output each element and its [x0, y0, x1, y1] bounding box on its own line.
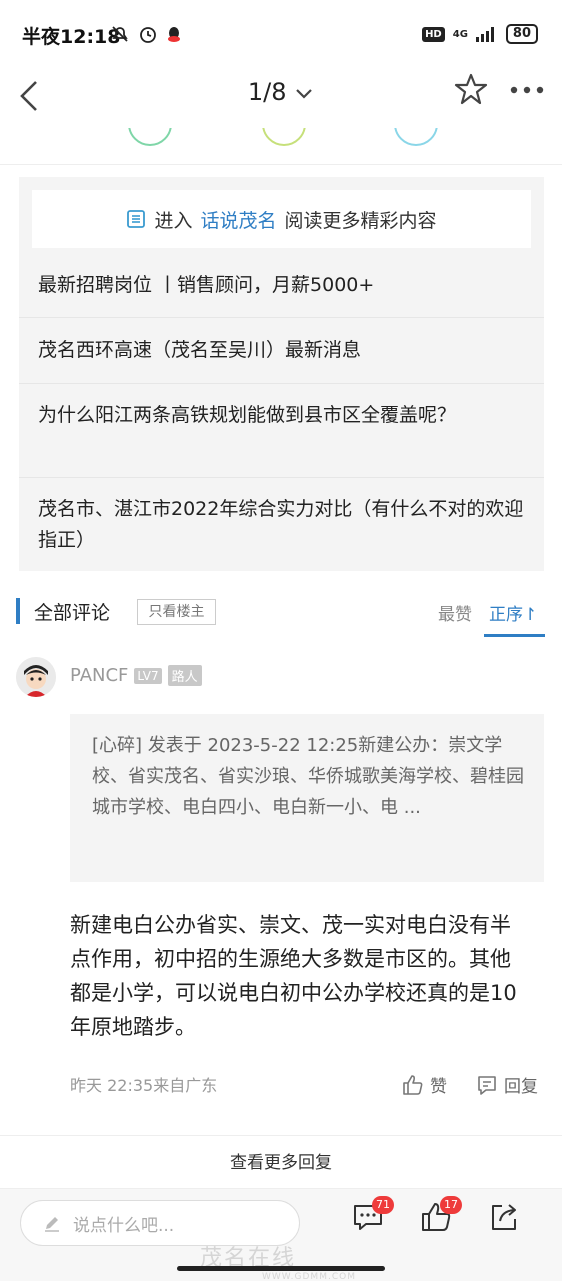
network-label: 4G	[452, 28, 468, 40]
level-badge: LV7	[134, 667, 162, 684]
status-bar: 半夜12:18 HD 4G 80	[0, 0, 562, 62]
share-button[interactable]	[488, 1201, 520, 1237]
comments-button[interactable]: 71	[352, 1196, 394, 1237]
comment-placeholder: 说点什么吧...	[73, 1215, 175, 1236]
reply-bubble-icon	[478, 1075, 496, 1095]
comment-author[interactable]: PANCF LV7 路人	[70, 665, 202, 686]
share-icons-row	[0, 128, 562, 164]
like-button[interactable]: 赞	[402, 1072, 447, 1097]
mute-bell-icon	[112, 26, 128, 42]
section-marker	[16, 598, 20, 624]
top-nav: 1/8	[0, 62, 562, 128]
thumbs-up-icon	[403, 1074, 423, 1095]
like-count-badge: 17	[440, 1196, 462, 1214]
only-author-button[interactable]: 只看楼主	[137, 599, 216, 625]
page-indicator: 1/8	[247, 78, 287, 106]
list-icon	[127, 210, 146, 228]
divider	[0, 164, 562, 165]
forum-link[interactable]: 话说茂名	[200, 206, 276, 233]
star-icon	[454, 73, 488, 105]
related-item[interactable]: 茂名市、湛江市2022年综合实力对比（有什么不对的欢迎指正）	[19, 477, 544, 571]
like-label: 赞	[430, 1077, 447, 1097]
related-item[interactable]: 为什么阳江两条高铁规划能做到县市区全覆盖呢？	[19, 383, 544, 477]
username: PANCF	[70, 665, 129, 686]
chevron-down-icon	[296, 89, 312, 99]
related-item[interactable]: 最新招聘岗位 丨销售顾问，月薪5000+	[19, 253, 544, 317]
reply-label: 回复	[504, 1077, 538, 1097]
quoted-reply: [心碎] 发表于 2023-5-22 12:25新建公办：崇文学校、省实茂名、省…	[70, 714, 544, 882]
enter-prefix: 进入	[154, 209, 193, 232]
related-posts: 进入 话说茂名 阅读更多精彩内容 最新招聘岗位 丨销售顾问，月薪5000+ 茂名…	[19, 177, 544, 571]
comment-meta: 昨天 22:35来自广东	[70, 1076, 218, 1095]
divider	[0, 1135, 562, 1136]
signal-icon	[475, 27, 494, 42]
watermark-url: WWW.GDMM.COM	[262, 1272, 356, 1282]
sort-hot-tab[interactable]: 最赞	[438, 600, 472, 625]
post-like-button[interactable]: 17	[420, 1196, 462, 1237]
qq-icon	[168, 27, 180, 42]
share-circle-icon[interactable]	[128, 128, 172, 146]
battery-icon: 80	[505, 24, 538, 44]
reply-button[interactable]: 回复	[476, 1072, 538, 1097]
related-item[interactable]: 茂名西环高速（茂名至吴川）最新消息	[19, 317, 544, 383]
favorite-button[interactable]	[454, 72, 488, 110]
more-replies-link[interactable]: 查看更多回复	[0, 1148, 562, 1173]
share-icon	[492, 1204, 516, 1230]
status-time: 半夜12:18	[22, 26, 121, 48]
pencil-icon	[45, 1217, 59, 1232]
more-dots-icon	[510, 86, 544, 94]
comments-title: 全部评论	[34, 602, 111, 624]
avatar[interactable]	[16, 657, 56, 697]
share-circle-icon[interactable]	[394, 128, 438, 146]
active-tab-underline	[484, 634, 545, 637]
alarm-icon	[140, 27, 156, 43]
site-watermark: 茂名在线 WWW.GDMM.COM	[200, 1240, 356, 1282]
share-circle-icon[interactable]	[262, 128, 306, 146]
enter-suffix: 阅读更多精彩内容	[284, 209, 437, 232]
hd-icon: HD	[422, 26, 445, 42]
enter-forum-banner[interactable]: 进入 话说茂名 阅读更多精彩内容	[32, 190, 531, 248]
sort-order-tab[interactable]: 正序↾	[489, 600, 537, 625]
cartoon-avatar-icon	[16, 657, 56, 697]
home-indicator[interactable]	[177, 1266, 385, 1271]
more-button[interactable]	[508, 72, 548, 110]
role-badge: 路人	[167, 665, 202, 686]
comment-body: 新建电白公办省实、崇文、茂一实对电白没有半点作用，初中招的生源绝大多数是市区的。…	[70, 913, 517, 1039]
comments-header: 全部评论 只看楼主 最赞 正序↾	[0, 590, 562, 640]
comment-count-badge: 71	[372, 1196, 394, 1214]
